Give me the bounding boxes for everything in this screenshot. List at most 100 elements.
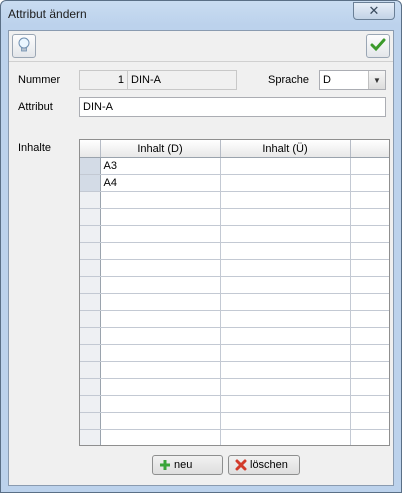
attribut-input[interactable]: DIN-A xyxy=(79,97,386,117)
cell-filler xyxy=(350,157,389,175)
cell-filler xyxy=(350,395,389,413)
row-header[interactable] xyxy=(80,310,101,328)
row-header[interactable] xyxy=(80,208,101,226)
table-row[interactable] xyxy=(80,208,389,226)
contents-grid[interactable]: Inhalt (D) Inhalt (Ü) A3 A4 xyxy=(79,139,390,446)
toolbar-separator xyxy=(9,61,393,62)
cell-inhalt-d[interactable]: A3 xyxy=(100,157,221,175)
cell-inhalt-u[interactable] xyxy=(220,242,351,260)
table-row[interactable] xyxy=(80,191,389,209)
table-row[interactable] xyxy=(80,395,389,413)
cell-inhalt-u[interactable] xyxy=(220,174,351,192)
table-row[interactable] xyxy=(80,412,389,430)
cell-filler xyxy=(350,259,389,277)
cell-inhalt-d[interactable] xyxy=(100,225,221,243)
row-header-corner xyxy=(80,140,101,158)
cell-filler xyxy=(350,310,389,328)
table-row[interactable] xyxy=(80,361,389,379)
nummer-field: 1 xyxy=(79,70,128,90)
row-header[interactable] xyxy=(80,174,101,192)
cell-inhalt-d[interactable] xyxy=(100,191,221,209)
cell-filler xyxy=(350,412,389,430)
table-row[interactable] xyxy=(80,242,389,260)
delete-icon xyxy=(235,459,247,471)
cell-inhalt-d[interactable] xyxy=(100,395,221,413)
cell-inhalt-u[interactable] xyxy=(220,412,351,430)
table-row[interactable] xyxy=(80,259,389,277)
cell-inhalt-u[interactable] xyxy=(220,259,351,277)
row-header[interactable] xyxy=(80,259,101,277)
row-header[interactable] xyxy=(80,344,101,362)
row-header[interactable] xyxy=(80,242,101,260)
cell-inhalt-d[interactable] xyxy=(100,208,221,226)
table-row[interactable] xyxy=(80,378,389,396)
cell-inhalt-u[interactable] xyxy=(220,395,351,413)
cell-inhalt-u[interactable] xyxy=(220,191,351,209)
table-row[interactable] xyxy=(80,327,389,345)
add-button[interactable]: neu xyxy=(152,455,223,475)
delete-button[interactable]: löschen xyxy=(228,455,300,475)
cell-inhalt-u[interactable] xyxy=(220,429,351,445)
cell-inhalt-u[interactable] xyxy=(220,327,351,345)
cell-inhalt-d[interactable] xyxy=(100,259,221,277)
cell-inhalt-u[interactable] xyxy=(220,361,351,379)
chevron-down-icon[interactable]: ▼ xyxy=(368,71,385,89)
row-header[interactable] xyxy=(80,395,101,413)
dialog-window: Attribut ändern ✕ Nummer 1 DIN-A Sprache xyxy=(0,0,402,493)
cell-inhalt-d[interactable] xyxy=(100,361,221,379)
table-row[interactable] xyxy=(80,276,389,294)
cell-inhalt-u[interactable] xyxy=(220,344,351,362)
checkmark-icon xyxy=(370,38,386,55)
close-icon: ✕ xyxy=(368,3,380,18)
row-header[interactable] xyxy=(80,157,101,175)
table-row[interactable] xyxy=(80,429,389,445)
cell-inhalt-u[interactable] xyxy=(220,276,351,294)
confirm-button[interactable] xyxy=(366,34,390,58)
row-header[interactable] xyxy=(80,191,101,209)
cell-inhalt-d[interactable] xyxy=(100,293,221,311)
column-header-inhalt-d[interactable]: Inhalt (D) xyxy=(100,140,221,158)
table-row[interactable] xyxy=(80,344,389,362)
cell-inhalt-d[interactable] xyxy=(100,310,221,328)
plus-icon xyxy=(159,459,171,471)
cell-inhalt-d[interactable] xyxy=(100,378,221,396)
cell-inhalt-u[interactable] xyxy=(220,208,351,226)
table-row[interactable]: A4 xyxy=(80,174,389,192)
row-header[interactable] xyxy=(80,429,101,445)
table-row[interactable] xyxy=(80,225,389,243)
cell-filler xyxy=(350,293,389,311)
cell-inhalt-d[interactable] xyxy=(100,276,221,294)
add-button-label: neu xyxy=(174,459,193,471)
row-header[interactable] xyxy=(80,378,101,396)
row-header[interactable] xyxy=(80,412,101,430)
table-row[interactable] xyxy=(80,293,389,311)
cell-filler xyxy=(350,191,389,209)
row-header[interactable] xyxy=(80,361,101,379)
row-header[interactable] xyxy=(80,225,101,243)
row-header[interactable] xyxy=(80,276,101,294)
cell-inhalt-u[interactable] xyxy=(220,293,351,311)
cell-inhalt-u[interactable] xyxy=(220,310,351,328)
cell-inhalt-d[interactable] xyxy=(100,412,221,430)
row-header[interactable] xyxy=(80,327,101,345)
close-button[interactable]: ✕ xyxy=(353,2,395,20)
table-row[interactable]: A3 xyxy=(80,157,389,175)
cell-inhalt-d[interactable] xyxy=(100,242,221,260)
cell-filler xyxy=(350,378,389,396)
cell-inhalt-d[interactable] xyxy=(100,327,221,345)
cell-inhalt-u[interactable] xyxy=(220,378,351,396)
cell-inhalt-d[interactable] xyxy=(100,429,221,445)
sprache-select[interactable]: D ▼ xyxy=(319,70,386,90)
sprache-label: Sprache xyxy=(268,74,309,86)
delete-button-label: löschen xyxy=(250,459,288,471)
hint-button[interactable] xyxy=(12,34,36,58)
cell-inhalt-d[interactable]: A4 xyxy=(100,174,221,192)
row-header[interactable] xyxy=(80,293,101,311)
cell-inhalt-d[interactable] xyxy=(100,344,221,362)
window-title: Attribut ändern xyxy=(8,7,87,21)
cell-inhalt-u[interactable] xyxy=(220,225,351,243)
cell-inhalt-u[interactable] xyxy=(220,157,351,175)
table-row[interactable] xyxy=(80,310,389,328)
cell-filler xyxy=(350,225,389,243)
column-header-inhalt-u[interactable]: Inhalt (Ü) xyxy=(220,140,351,158)
